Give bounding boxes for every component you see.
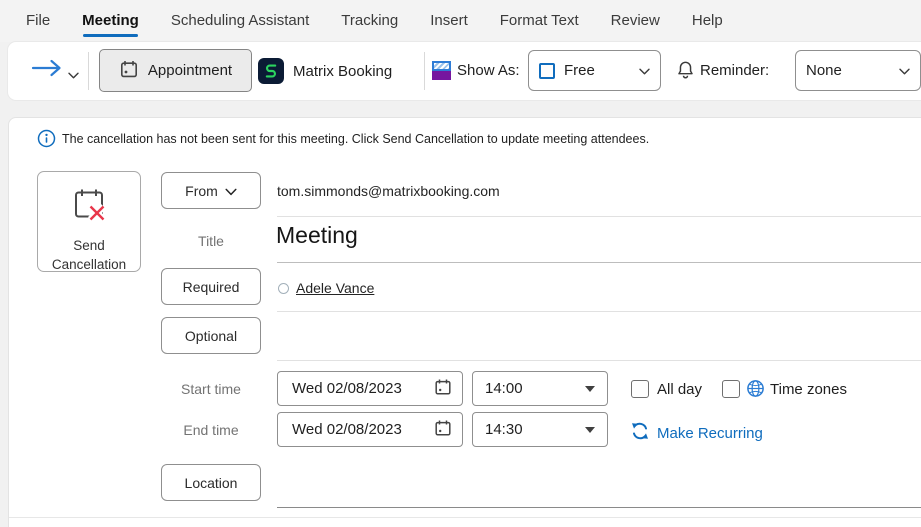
matrix-booking-button[interactable]: Matrix Booking (258, 53, 392, 89)
optional-label: Optional (185, 328, 237, 344)
tab-tracking[interactable]: Tracking (341, 0, 398, 42)
tab-format-text[interactable]: Format Text (500, 0, 579, 42)
location-label: Location (185, 475, 238, 491)
location-button[interactable]: Location (161, 464, 261, 501)
appointment-button[interactable]: Appointment (99, 49, 252, 92)
field-divider (277, 311, 921, 312)
show-as-dropdown[interactable]: Free (528, 50, 661, 91)
from-button[interactable]: From (161, 172, 261, 209)
dropdown-arrow-icon[interactable] (585, 427, 595, 433)
section-divider (9, 517, 921, 518)
forward-button[interactable] (28, 56, 66, 84)
tab-meeting[interactable]: Meeting (82, 0, 139, 42)
globe-icon (746, 379, 765, 403)
meeting-window: File Meeting Scheduling Assistant Tracki… (0, 0, 921, 527)
start-time-label: Start time (161, 381, 261, 397)
free-status-icon (539, 63, 555, 79)
optional-button[interactable]: Optional (161, 317, 261, 354)
title-label: Title (161, 233, 261, 249)
tab-help[interactable]: Help (692, 0, 723, 42)
tab-file[interactable]: File (26, 0, 50, 42)
calendar-icon (119, 59, 139, 83)
meeting-form-card (8, 117, 921, 527)
reminder-value: None (806, 62, 842, 79)
chevron-down-icon (639, 62, 650, 79)
end-date-value: Wed 02/08/2023 (292, 421, 402, 438)
cancellation-banner-text: The cancellation has not been sent for t… (62, 132, 649, 146)
menu-bar: File Meeting Scheduling Assistant Tracki… (0, 0, 921, 42)
chevron-down-icon (225, 183, 237, 199)
calendar-cancel-icon (69, 185, 109, 231)
ribbon-divider (424, 52, 425, 90)
reminder-dropdown[interactable]: None (795, 50, 921, 91)
show-as-value: Free (564, 62, 595, 79)
required-label: Required (183, 279, 240, 295)
make-recurring-link[interactable]: Make Recurring (630, 421, 763, 445)
end-time-dropdown[interactable]: 14:30 (472, 412, 608, 447)
all-day-checkbox[interactable] (631, 380, 649, 398)
start-time-dropdown[interactable]: 14:00 (472, 371, 608, 406)
show-as-status-icon (432, 61, 451, 80)
bell-icon (676, 60, 695, 85)
matrix-booking-icon (258, 58, 284, 84)
presence-circle-icon (278, 283, 289, 294)
start-time-value: 14:00 (485, 380, 523, 397)
date-picker-calendar-icon[interactable] (434, 378, 452, 400)
dropdown-arrow-icon[interactable] (585, 386, 595, 392)
tab-review[interactable]: Review (611, 0, 660, 42)
forward-dropdown-chevron-icon[interactable] (68, 66, 79, 84)
chevron-down-icon (899, 62, 910, 79)
appointment-label: Appointment (148, 62, 232, 79)
title-field-value[interactable]: Meeting (276, 222, 358, 249)
end-time-label: End time (161, 422, 261, 438)
matrix-booking-label: Matrix Booking (293, 63, 392, 80)
start-date-picker[interactable]: Wed 02/08/2023 (277, 371, 463, 406)
end-date-picker[interactable]: Wed 02/08/2023 (277, 412, 463, 447)
end-time-value: 14:30 (485, 421, 523, 438)
time-zones-label[interactable]: Time zones (770, 381, 847, 398)
start-date-value: Wed 02/08/2023 (292, 380, 402, 397)
attendee-link[interactable]: Adele Vance (296, 280, 374, 296)
make-recurring-label: Make Recurring (657, 425, 763, 442)
info-icon (37, 129, 56, 153)
tab-scheduling-assistant[interactable]: Scheduling Assistant (171, 0, 309, 42)
time-zones-checkbox[interactable] (722, 380, 740, 398)
date-picker-calendar-icon[interactable] (434, 419, 452, 441)
ribbon-divider (88, 52, 89, 90)
show-as-label: Show As: (457, 62, 520, 79)
from-label: From (185, 183, 218, 199)
forward-arrow-icon (30, 58, 64, 83)
field-divider (277, 262, 921, 263)
field-divider (277, 216, 921, 217)
send-cancellation-label: Send Cancellation (38, 236, 140, 275)
field-divider (277, 360, 921, 361)
reminder-label: Reminder: (700, 62, 769, 79)
from-field-value[interactable]: tom.simmonds@matrixbooking.com (277, 183, 500, 199)
recurring-icon (630, 421, 650, 445)
tab-insert[interactable]: Insert (430, 0, 468, 42)
send-cancellation-button[interactable]: Send Cancellation (37, 171, 141, 272)
required-button[interactable]: Required (161, 268, 261, 305)
location-field-underline[interactable] (277, 507, 921, 508)
all-day-label[interactable]: All day (657, 381, 702, 398)
